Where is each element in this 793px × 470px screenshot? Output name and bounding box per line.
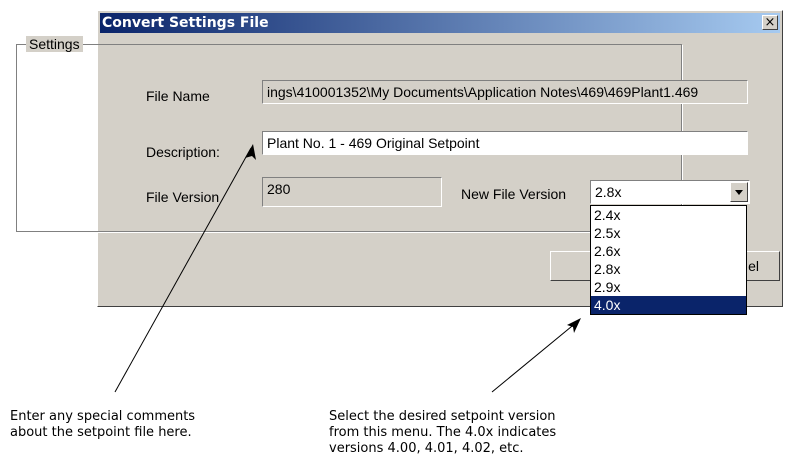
right-callout-text: Select the desired setpoint version from… [329, 409, 556, 457]
right-callout-line [491, 321, 578, 393]
left-callout-text: Enter any special comments about the set… [10, 409, 195, 441]
right-callout-line3: versions 4.00, 4.01, 4.02, etc. [329, 441, 524, 456]
callout-lines [114, 144, 581, 393]
left-callout-line2: about the setpoint file here. [10, 425, 192, 440]
right-callout-line1: Select the desired setpoint version [329, 409, 556, 424]
left-callout-line [114, 147, 252, 393]
right-callout-line2: from this menu. The 4.0x indicates [329, 425, 557, 440]
callout-arrow-icon [245, 144, 256, 160]
left-callout-line1: Enter any special comments [10, 409, 196, 424]
callout-arrow-icon [567, 318, 581, 333]
